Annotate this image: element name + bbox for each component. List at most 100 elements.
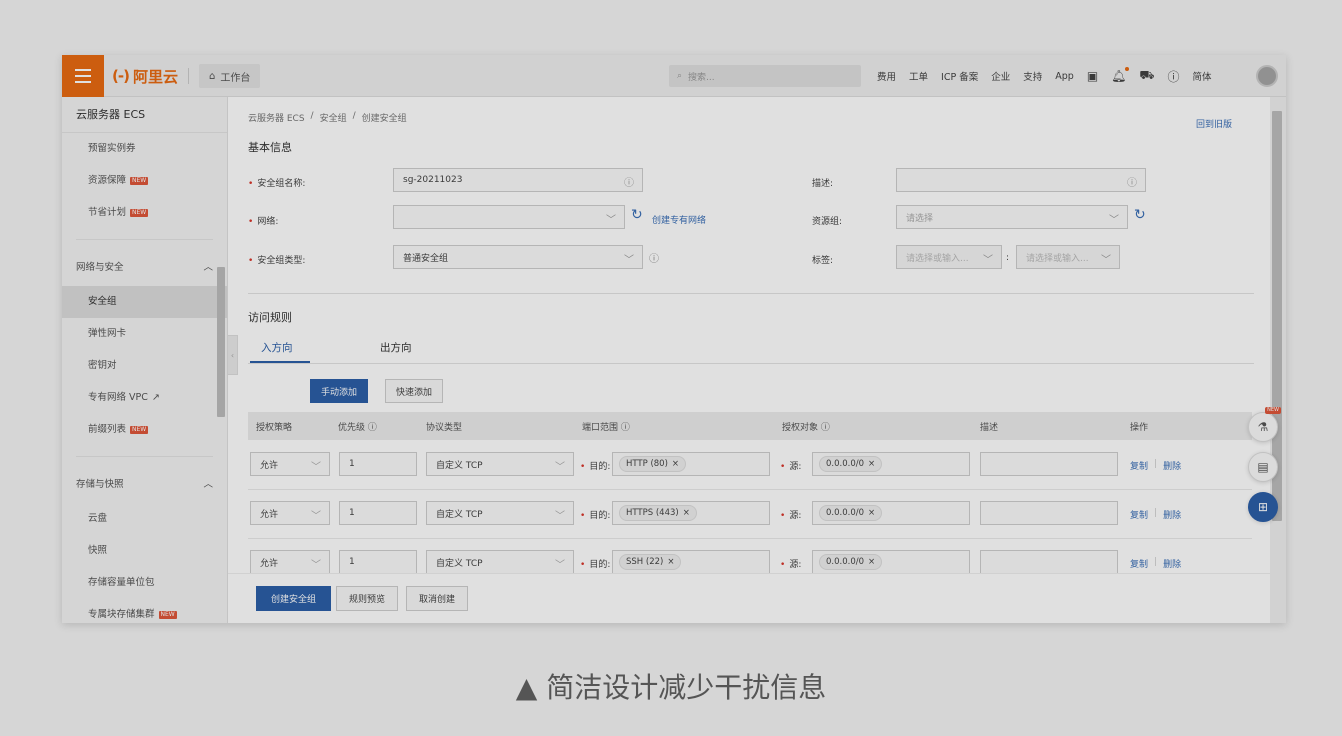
tag-value-select[interactable]: 请选择或输入... ﹀ — [1016, 245, 1120, 269]
sidebar-group-network-security[interactable]: 网络与安全 ︿ — [62, 250, 227, 286]
refresh-icon[interactable]: ↻ — [1134, 207, 1146, 223]
info-icon[interactable]: ⓘ — [649, 250, 659, 265]
sidebar-item-keypair[interactable]: 密钥对 — [62, 350, 227, 382]
source-input[interactable]: 0.0.0.0/0 × — [812, 452, 970, 476]
nav-fees[interactable]: 费用 — [877, 69, 896, 83]
cancel-create-button[interactable]: 取消创建 — [406, 586, 469, 611]
copy-link[interactable]: 复制 — [1130, 557, 1148, 570]
sidebar-item-reserved-instances[interactable]: 预留实例券 — [62, 133, 227, 165]
port-input[interactable]: HTTP (80) × — [612, 452, 770, 476]
sidebar-item-dedicated-block-storage[interactable]: 专属块存储集群 NEW — [62, 599, 227, 623]
nav-support[interactable]: 支持 — [1023, 69, 1042, 83]
search-input[interactable]: ⌕ 搜索... — [669, 65, 861, 87]
policy-select[interactable]: 允许 ﹀ — [250, 452, 330, 476]
policy-select[interactable]: 允许 ﹀ — [250, 550, 330, 574]
delete-link[interactable]: 删除 — [1163, 508, 1181, 521]
priority-input[interactable]: 1 — [339, 501, 417, 525]
nav-enterprise[interactable]: 企业 — [991, 69, 1010, 83]
create-vpc-link[interactable]: 创建专有网络 — [652, 213, 706, 226]
sidebar-item-resource-guarantee[interactable]: 资源保障 NEW — [62, 165, 227, 197]
row-actions: 复制 | 删除 — [1130, 557, 1182, 570]
tab-outbound[interactable]: 出方向 — [380, 340, 412, 361]
cart-icon[interactable]: ⛟ — [1139, 68, 1154, 84]
sidebar-item-label: 专有网络 VPC — [88, 392, 148, 403]
protocol-select[interactable]: 自定义 TCP ﹀ — [426, 501, 574, 525]
breadcrumb-security-group[interactable]: 安全组 — [320, 111, 347, 124]
sidebar-item-security-group[interactable]: 安全组 — [62, 286, 227, 318]
priority-input[interactable]: 1 — [339, 550, 417, 574]
workbench-button[interactable]: ⌂ 工作台 — [199, 64, 261, 88]
create-security-group-button[interactable]: 创建安全组 — [256, 586, 332, 611]
rule-description-input[interactable] — [980, 550, 1118, 574]
beaker-icon[interactable]: ⚗ NEW — [1248, 407, 1281, 442]
rule-description-input[interactable] — [980, 452, 1118, 476]
source-tag[interactable]: 0.0.0.0/0 × — [819, 505, 883, 521]
source-input[interactable]: 0.0.0.0/0 × — [812, 550, 970, 574]
sidebar-item-scu[interactable]: 存储容量单位包 — [62, 567, 227, 599]
resource-group-select[interactable]: 请选择 ﹀ — [896, 205, 1128, 229]
bell-icon[interactable]: 🔔︎ — [1111, 67, 1130, 83]
nav-icp[interactable]: ICP 备案 — [941, 69, 978, 83]
port-input[interactable]: HTTPS (443) × — [612, 501, 770, 525]
apps-icon[interactable]: ⊞ — [1248, 492, 1278, 522]
source-tag[interactable]: 0.0.0.0/0 × — [819, 456, 883, 472]
chevron-up-icon: ︿ — [203, 479, 213, 490]
tag-key-select[interactable]: 请选择或输入... ﹀ — [896, 245, 1002, 269]
port-tag[interactable]: HTTPS (443) × — [619, 505, 697, 521]
policy-select[interactable]: 允许 ﹀ — [250, 501, 330, 525]
close-icon: × — [671, 459, 680, 469]
description-input[interactable]: ⓘ — [896, 168, 1146, 192]
sidebar-item-savings-plan[interactable]: 节省计划 NEW — [62, 197, 227, 229]
terminal-icon[interactable]: ▣ — [1087, 69, 1098, 83]
th-description: 描述 — [980, 423, 999, 433]
rule-preview-button[interactable]: 规则预览 — [336, 586, 399, 611]
sidebar-item-label: 节省计划 — [88, 207, 127, 218]
main-content: 云服务器 ECS / 安全组 / 创建安全组 回到旧版 基本信息 • 安全组名称: s… — [228, 97, 1286, 623]
nav-app[interactable]: App — [1055, 71, 1074, 82]
sidebar-item-disk[interactable]: 云盘 — [62, 503, 227, 535]
breadcrumb: 云服务器 ECS / 安全组 / 创建安全组 — [248, 111, 407, 124]
help-icon[interactable]: ⓘ — [1168, 68, 1180, 85]
copy-link[interactable]: 复制 — [1130, 459, 1148, 472]
th-priority: 优先级 ⓘ — [338, 423, 377, 433]
hamburger-menu-icon[interactable] — [62, 55, 104, 97]
aliyun-logo[interactable]: (-) 阿里云 — [112, 55, 178, 97]
priority-input[interactable]: 1 — [339, 452, 417, 476]
source-tag[interactable]: 0.0.0.0/0 × — [819, 554, 883, 570]
port-tag[interactable]: SSH (22) × — [619, 554, 682, 570]
sidebar-item-label: 密钥对 — [88, 360, 117, 371]
rule-description-input[interactable] — [980, 501, 1118, 525]
tab-inbound[interactable]: 入方向 — [250, 340, 310, 363]
sidebar-item-prefix-list[interactable]: 前缀列表 NEW — [62, 414, 227, 446]
network-select[interactable]: ﹀ — [393, 205, 625, 229]
port-input[interactable]: SSH (22) × — [612, 550, 770, 574]
chevron-down-icon: ﹀ — [606, 215, 616, 226]
refresh-icon[interactable]: ↻ — [631, 207, 643, 223]
language-switch[interactable]: 简体 — [1193, 69, 1212, 83]
security-group-type-select[interactable]: 普通安全组 ﹀ — [393, 245, 643, 269]
port-tag[interactable]: HTTP (80) × — [619, 456, 687, 472]
delete-link[interactable]: 删除 — [1163, 557, 1181, 570]
back-to-old-version-link[interactable]: 回到旧版 — [1196, 117, 1232, 130]
description-label: 描述: — [812, 179, 834, 189]
sidebar-item-snapshot[interactable]: 快照 — [62, 535, 227, 567]
chat-icon[interactable]: ▤ — [1248, 452, 1278, 482]
nav-tickets[interactable]: 工单 — [909, 69, 928, 83]
sidebar-group-storage[interactable]: 存储与快照 ︿ — [62, 467, 227, 503]
user-avatar[interactable] — [1256, 65, 1278, 87]
sidebar-item-eni[interactable]: 弹性网卡 — [62, 318, 227, 350]
sidebar-item-vpc[interactable]: 专有网络 VPC ↗ — [62, 382, 227, 414]
manual-add-button[interactable]: 手动添加 — [310, 379, 369, 403]
protocol-select[interactable]: 自定义 TCP ﹀ — [426, 550, 574, 574]
quick-add-button[interactable]: 快速添加 — [385, 379, 444, 403]
copy-link[interactable]: 复制 — [1130, 508, 1148, 521]
breadcrumb-ecs[interactable]: 云服务器 ECS — [248, 111, 305, 124]
protocol-select[interactable]: 自定义 TCP ﹀ — [426, 452, 574, 476]
search-placeholder: 搜索... — [688, 72, 715, 83]
chevron-down-icon: ﹀ — [311, 462, 321, 473]
chevron-down-icon: ﹀ — [1109, 215, 1119, 226]
sidebar-scrollbar[interactable] — [217, 267, 225, 417]
security-group-name-input[interactable]: sg-20211023 ⓘ — [393, 168, 643, 192]
delete-link[interactable]: 删除 — [1163, 459, 1181, 472]
source-input[interactable]: 0.0.0.0/0 × — [812, 501, 970, 525]
